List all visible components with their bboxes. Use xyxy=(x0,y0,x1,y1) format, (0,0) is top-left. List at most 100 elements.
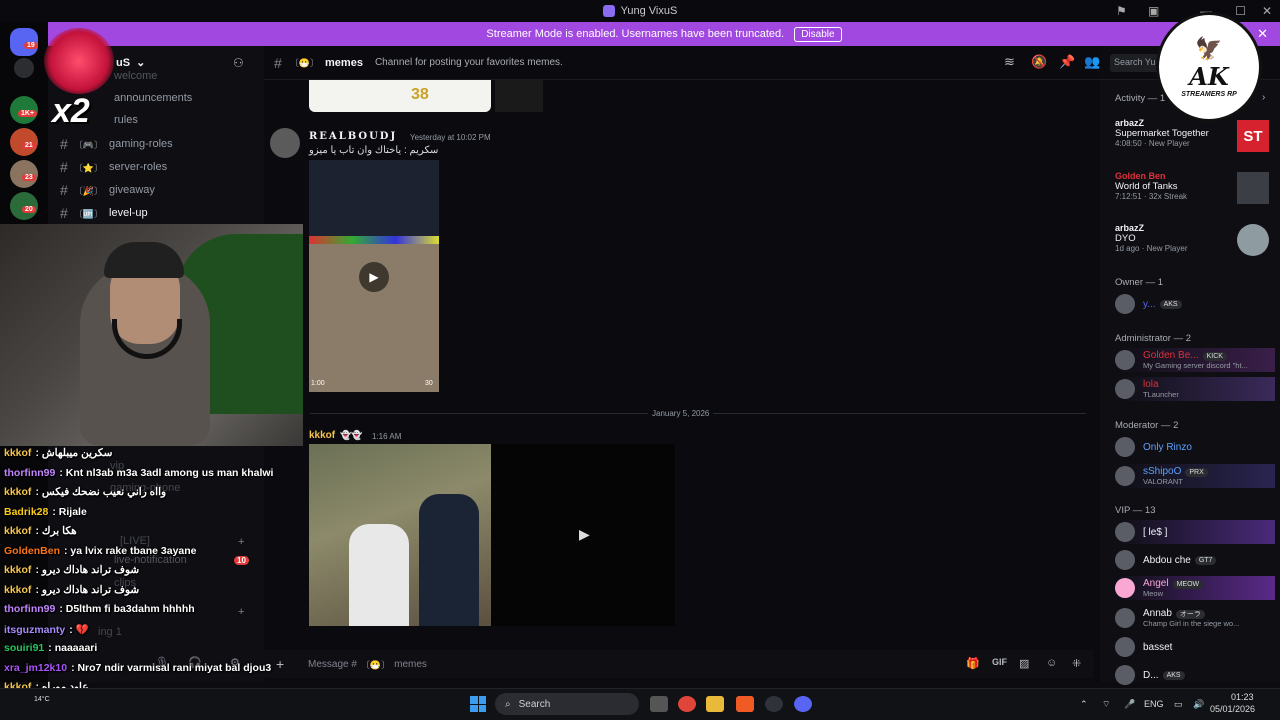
emoji-icon[interactable]: ☺ xyxy=(1046,657,1057,669)
video-frame-top xyxy=(309,160,439,236)
add-attachment-icon[interactable]: + xyxy=(276,656,284,672)
member-name: D... xyxy=(1143,669,1159,681)
activity-user: Golden Ben xyxy=(1115,171,1166,181)
wifi-icon[interactable]: ⌔ xyxy=(1102,699,1110,710)
video-frame-strip xyxy=(309,236,439,244)
member-item[interactable]: Annab オーラ Champ Girl in the siege wo... xyxy=(1115,606,1275,630)
add-channel-icon[interactable]: + xyxy=(238,536,244,548)
channel-welcome[interactable]: welcome xyxy=(114,70,157,82)
play-icon[interactable]: ▶ xyxy=(359,262,389,292)
server-name[interactable]: uS ⌄ xyxy=(116,56,145,70)
chat-text: : هكا برك xyxy=(35,525,77,537)
message-input[interactable]: Message # 〔😷〕 memes + 🎁 GIF ▨ ☺ ⁜ xyxy=(264,650,1094,678)
brave-icon[interactable] xyxy=(736,696,754,712)
inbox-icon[interactable]: ⚑ xyxy=(1116,4,1127,18)
mention-badge: 10 xyxy=(234,556,249,565)
member-tag: AKS xyxy=(1159,299,1182,309)
member-list-icon[interactable]: 👥 xyxy=(1084,54,1100,70)
member-item[interactable]: Angel MEOW Meow xyxy=(1115,576,1275,600)
activity-item[interactable]: Golden Ben World of Tanks 7:12:51 · 32x … xyxy=(1115,171,1187,201)
sticker-icon[interactable]: ▨ xyxy=(1019,657,1029,670)
activity-item[interactable]: arbazZ Supermarket Together 4:08:50 · Ne… xyxy=(1115,118,1209,148)
member-item[interactable]: y... AKS xyxy=(1115,292,1275,316)
member-item[interactable]: D... AKS xyxy=(1115,663,1275,687)
role-icon: 👻👻 xyxy=(340,430,363,440)
close-window-icon[interactable]: ✕ xyxy=(1262,4,1272,18)
monitor-icon[interactable]: ▭ xyxy=(1174,699,1183,710)
member-item[interactable]: lola TLauncher xyxy=(1115,377,1275,401)
member-item[interactable]: sShipoO PRX VALORANT xyxy=(1115,464,1275,488)
add-channel-icon[interactable]: + xyxy=(238,606,244,618)
channel-server-roles[interactable]: # 〔⭐〕 server-roles xyxy=(60,159,167,175)
gift-icon[interactable]: 🎁 xyxy=(966,657,980,670)
voice-channel[interactable]: ing 1 xyxy=(98,626,122,638)
play-icon[interactable]: ▶ xyxy=(579,526,590,543)
channel-level-up[interactable]: # 〔🆙〕 level-up xyxy=(60,205,148,221)
threads-icon[interactable]: ≋ xyxy=(1004,54,1015,70)
channel-rules[interactable]: rules xyxy=(114,114,138,126)
discord-taskbar-icon[interactable] xyxy=(794,696,812,712)
message-author[interactable]: kkkof xyxy=(309,430,335,441)
member-item[interactable]: Only Rinzo xyxy=(1115,435,1275,459)
activity-item[interactable]: arbazZ DYO 1d ago · New Player xyxy=(1115,223,1187,253)
task-view-icon[interactable] xyxy=(650,696,668,712)
video-attachment[interactable]: ▶ 1:00 30 xyxy=(309,160,439,392)
unread-badge: 21 xyxy=(22,142,36,149)
channel-gaming-roles[interactable]: # 〔🎮〕 gaming-roles xyxy=(60,136,173,152)
taskbar-search[interactable]: ⌕ Search xyxy=(495,693,639,715)
channel-name: memes xyxy=(325,56,363,69)
streamer-mode-banner: Streamer Mode is enabled. Usernames have… xyxy=(48,22,1280,46)
member-status: VALORANT xyxy=(1143,477,1183,486)
app-icon[interactable] xyxy=(765,696,783,712)
language-indicator[interactable]: ENG xyxy=(1144,699,1164,709)
chat-message: GoldenBen: ya lvix rake tbane 3ayane xyxy=(4,545,197,557)
activity-time: 1d ago xyxy=(1115,244,1140,253)
avatar xyxy=(1115,665,1135,685)
member-name: y... xyxy=(1143,298,1156,310)
member-item[interactable]: Golden Be... KICK My Gaming server discord… xyxy=(1115,348,1275,372)
member-tag: MEOW xyxy=(1172,580,1204,589)
file-explorer-icon[interactable] xyxy=(706,696,724,712)
chat-message: kkkof: شوف تراند هاداك ديرو xyxy=(4,584,139,596)
chrome-icon[interactable] xyxy=(678,696,696,712)
volume-icon[interactable]: 🔊 xyxy=(1193,699,1204,710)
role-group-administrator: Administrator — 2 xyxy=(1115,333,1192,344)
pin-icon[interactable]: 📌 xyxy=(1059,54,1075,70)
alert-heart-graphic xyxy=(44,28,114,94)
microphone-tray-icon[interactable]: 🎤 xyxy=(1124,699,1135,710)
start-button-icon[interactable] xyxy=(470,696,486,712)
member-item[interactable]: [ le$ ] xyxy=(1115,520,1275,544)
channel-announcements[interactable]: announcements xyxy=(114,92,192,104)
tray-chevron-up-icon[interactable]: ⌃ xyxy=(1080,699,1088,710)
channel-giveaway[interactable]: # 〔🎉〕 giveaway xyxy=(60,182,155,198)
channel-label: server-roles xyxy=(109,161,168,173)
message-author[interactable]: REALBOUDJ xyxy=(309,131,397,142)
role-group-owner: Owner — 1 xyxy=(1115,277,1164,288)
member-item[interactable]: Abdou che GT7 xyxy=(1115,548,1275,572)
apps-icon[interactable]: ⁜ xyxy=(1072,657,1081,670)
chat-username: GoldenBen xyxy=(4,544,61,557)
maximize-icon[interactable]: ☐ xyxy=(1235,4,1246,18)
tank-game-icon xyxy=(1237,172,1269,204)
close-banner-icon[interactable]: ✕ xyxy=(1257,26,1268,42)
video-time-right: 30 xyxy=(425,380,433,387)
screen-share-icon[interactable]: ▣ xyxy=(1148,4,1159,18)
add-member-icon[interactable]: ⚇ xyxy=(233,56,244,70)
clock-date[interactable]: 05/01/2026 xyxy=(1210,704,1255,714)
weather-temp[interactable]: 14°C xyxy=(34,696,50,703)
member-item[interactable]: basset xyxy=(1115,635,1275,659)
member-name: lola xyxy=(1143,379,1159,390)
chevron-right-icon[interactable]: › xyxy=(1262,92,1265,103)
image-attachment[interactable]: 38 xyxy=(309,80,491,112)
webcam-feed xyxy=(0,224,303,446)
chat-text: : Knt nl3ab m3a 3adl among us man khalwi xyxy=(59,466,274,479)
notification-bell-icon[interactable]: 🔕 xyxy=(1031,54,1047,70)
image-attachment[interactable] xyxy=(495,80,543,112)
disable-button[interactable]: Disable xyxy=(794,26,842,42)
search-icon: ⌕ xyxy=(505,698,511,710)
folder-icon[interactable] xyxy=(14,58,34,78)
clock-time[interactable]: 01:23 xyxy=(1231,692,1254,702)
activity-game: World of Tanks xyxy=(1115,181,1178,192)
avatar[interactable] xyxy=(270,128,300,158)
gif-icon[interactable]: GIF xyxy=(992,657,1007,667)
